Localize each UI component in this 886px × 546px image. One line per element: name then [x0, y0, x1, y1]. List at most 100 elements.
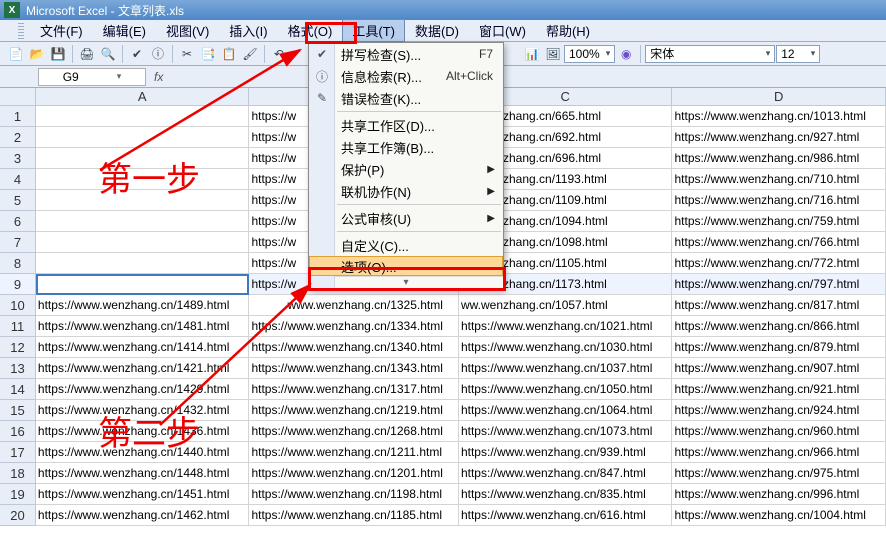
row-header[interactable]: 19 [0, 484, 36, 505]
cell[interactable]: https://www.wenzhang.cn/966.html [672, 442, 886, 463]
cell[interactable]: https://www.wenzhang.cn/1013.html [672, 106, 886, 127]
row-header[interactable]: 11 [0, 316, 36, 337]
undo-button[interactable]: ↶ [269, 44, 289, 64]
cell[interactable]: https://www.wenzhang.cn/921.html [672, 379, 886, 400]
menu-item-拼写检查S[interactable]: ✔拼写检查(S)...F7 [309, 43, 503, 65]
cell[interactable] [36, 211, 250, 232]
menu-item-自定义C[interactable]: 自定义(C)... [309, 234, 503, 256]
row-header[interactable]: 2 [0, 127, 36, 148]
menu-编辑[interactable]: 编辑(E) [93, 19, 156, 42]
menu-item-共享工作簿B[interactable]: 共享工作簿(B)... [309, 136, 503, 158]
cell[interactable]: https://www.wenzhang.cn/907.html [672, 358, 886, 379]
cell[interactable]: https://www.wenzhang.cn/1462.html [36, 505, 250, 526]
cell[interactable]: https://www.wenzhang.cn/1448.html [36, 463, 250, 484]
cell[interactable]: https://www.wenzhang.cn/1340.html [249, 337, 459, 358]
row-header[interactable]: 12 [0, 337, 36, 358]
cell[interactable]: https://www.wenzhang.cn/1429.html [36, 379, 250, 400]
table-row[interactable]: 12https://www.wenzhang.cn/1414.htmlhttps… [0, 337, 886, 358]
cell[interactable]: https://www.wenzhang.cn/847.html [459, 463, 673, 484]
cell[interactable]: https://www.wenzhang.cn/1489.html [36, 295, 250, 316]
table-row[interactable]: 13https://www.wenzhang.cn/1421.htmlhttps… [0, 358, 886, 379]
cell[interactable]: https://www.wenzhang.cn/1451.html [36, 484, 250, 505]
save-button[interactable]: 💾 [48, 44, 68, 64]
cell[interactable]: https://www.wenzhang.cn/1021.html [459, 316, 673, 337]
name-box[interactable]: G9▾ [38, 68, 146, 86]
open-button[interactable]: 📂 [27, 44, 47, 64]
cell[interactable]: https://www.wenzhang.cn/817.html [672, 295, 886, 316]
row-header[interactable]: 14 [0, 379, 36, 400]
menu-item-保护P[interactable]: 保护(P)▶ [309, 158, 503, 180]
cell[interactable]: https://www.wenzhang.cn/1268.html [249, 421, 459, 442]
row-header[interactable]: 8 [0, 253, 36, 274]
row-header[interactable]: 7 [0, 232, 36, 253]
menu-文件[interactable]: 文件(F) [30, 19, 93, 42]
cell[interactable]: https://www.wenzhang.cn/835.html [459, 484, 673, 505]
cell[interactable]: ww.wenzhang.cn/1057.html [459, 295, 673, 316]
table-row[interactable]: 20https://www.wenzhang.cn/1462.htmlhttps… [0, 505, 886, 526]
cell[interactable]: https://www.wenzhang.cn/1198.html [249, 484, 459, 505]
cell[interactable]: https://www.wenzhang.cn/772.html [672, 253, 886, 274]
cell[interactable]: https://www.wenzhang.cn/1325.html [249, 295, 459, 316]
menu-数据[interactable]: 数据(D) [405, 19, 469, 42]
font-name-combo[interactable]: 宋体▾ [645, 45, 775, 63]
cell[interactable] [36, 274, 250, 295]
format-painter-button[interactable]: 🖌 [240, 44, 260, 64]
copy-button[interactable]: 📑 [198, 44, 218, 64]
row-header[interactable]: 6 [0, 211, 36, 232]
cell[interactable] [36, 106, 250, 127]
row-header[interactable]: 10 [0, 295, 36, 316]
cell[interactable]: https://www.wenzhang.cn/960.html [672, 421, 886, 442]
cell[interactable] [36, 127, 250, 148]
menu-窗口[interactable]: 窗口(W) [469, 19, 536, 42]
chart-button[interactable]: 📊 [522, 44, 542, 64]
row-header[interactable]: 20 [0, 505, 36, 526]
cell[interactable] [36, 253, 250, 274]
cell[interactable]: https://www.wenzhang.cn/1219.html [249, 400, 459, 421]
row-header[interactable]: 17 [0, 442, 36, 463]
font-size-combo[interactable]: 12▾ [776, 45, 820, 63]
menu-item-信息检索R[interactable]: ⓘ信息检索(R)...Alt+Click [309, 65, 503, 87]
spellcheck-button[interactable]: ✔ [127, 44, 147, 64]
row-header[interactable]: 16 [0, 421, 36, 442]
cell[interactable]: https://www.wenzhang.cn/759.html [672, 211, 886, 232]
row-header[interactable]: 1 [0, 106, 36, 127]
cell[interactable]: https://www.wenzhang.cn/1030.html [459, 337, 673, 358]
row-header[interactable]: 4 [0, 169, 36, 190]
cell[interactable]: https://www.wenzhang.cn/866.html [672, 316, 886, 337]
cell[interactable]: https://www.wenzhang.cn/986.html [672, 148, 886, 169]
table-row[interactable]: 18https://www.wenzhang.cn/1448.htmlhttps… [0, 463, 886, 484]
menu-item-错误检查K[interactable]: ✎错误检查(K)... [309, 87, 503, 109]
cell[interactable]: https://www.wenzhang.cn/1064.html [459, 400, 673, 421]
print-button[interactable]: 🖨 [77, 44, 97, 64]
cell[interactable]: https://www.wenzhang.cn/1481.html [36, 316, 250, 337]
row-header[interactable]: 3 [0, 148, 36, 169]
cell[interactable]: https://www.wenzhang.cn/879.html [672, 337, 886, 358]
menu-item-公式审核U[interactable]: 公式审核(U)▶ [309, 207, 503, 229]
cut-button[interactable]: ✂ [177, 44, 197, 64]
menu-expand[interactable]: ▾ [309, 276, 503, 288]
cell[interactable]: https://www.wenzhang.cn/616.html [459, 505, 673, 526]
row-header[interactable]: 15 [0, 400, 36, 421]
cell[interactable]: https://www.wenzhang.cn/1317.html [249, 379, 459, 400]
cell[interactable]: https://www.wenzhang.cn/1201.html [249, 463, 459, 484]
row-header[interactable]: 5 [0, 190, 36, 211]
table-row[interactable]: 14https://www.wenzhang.cn/1429.htmlhttps… [0, 379, 886, 400]
table-row[interactable]: 11https://www.wenzhang.cn/1481.htmlhttps… [0, 316, 886, 337]
research-button[interactable]: ⓘ [148, 44, 168, 64]
drawing-button[interactable]: 🖼 [543, 44, 563, 64]
row-header[interactable]: 13 [0, 358, 36, 379]
row-header[interactable]: 18 [0, 463, 36, 484]
cell[interactable]: https://www.wenzhang.cn/1334.html [249, 316, 459, 337]
cell[interactable]: https://www.wenzhang.cn/975.html [672, 463, 886, 484]
cell[interactable]: https://www.wenzhang.cn/1343.html [249, 358, 459, 379]
cell[interactable]: https://www.wenzhang.cn/1073.html [459, 421, 673, 442]
cell[interactable]: https://www.wenzhang.cn/996.html [672, 484, 886, 505]
new-button[interactable]: 📄 [6, 44, 26, 64]
table-row[interactable]: 10https://www.wenzhang.cn/1489.htmlhttps… [0, 295, 886, 316]
menu-视图[interactable]: 视图(V) [156, 19, 219, 42]
select-all-corner[interactable] [0, 88, 36, 106]
cell[interactable]: https://www.wenzhang.cn/1185.html [249, 505, 459, 526]
cell[interactable]: https://www.wenzhang.cn/716.html [672, 190, 886, 211]
cell[interactable]: https://www.wenzhang.cn/766.html [672, 232, 886, 253]
cell[interactable]: https://www.wenzhang.cn/924.html [672, 400, 886, 421]
